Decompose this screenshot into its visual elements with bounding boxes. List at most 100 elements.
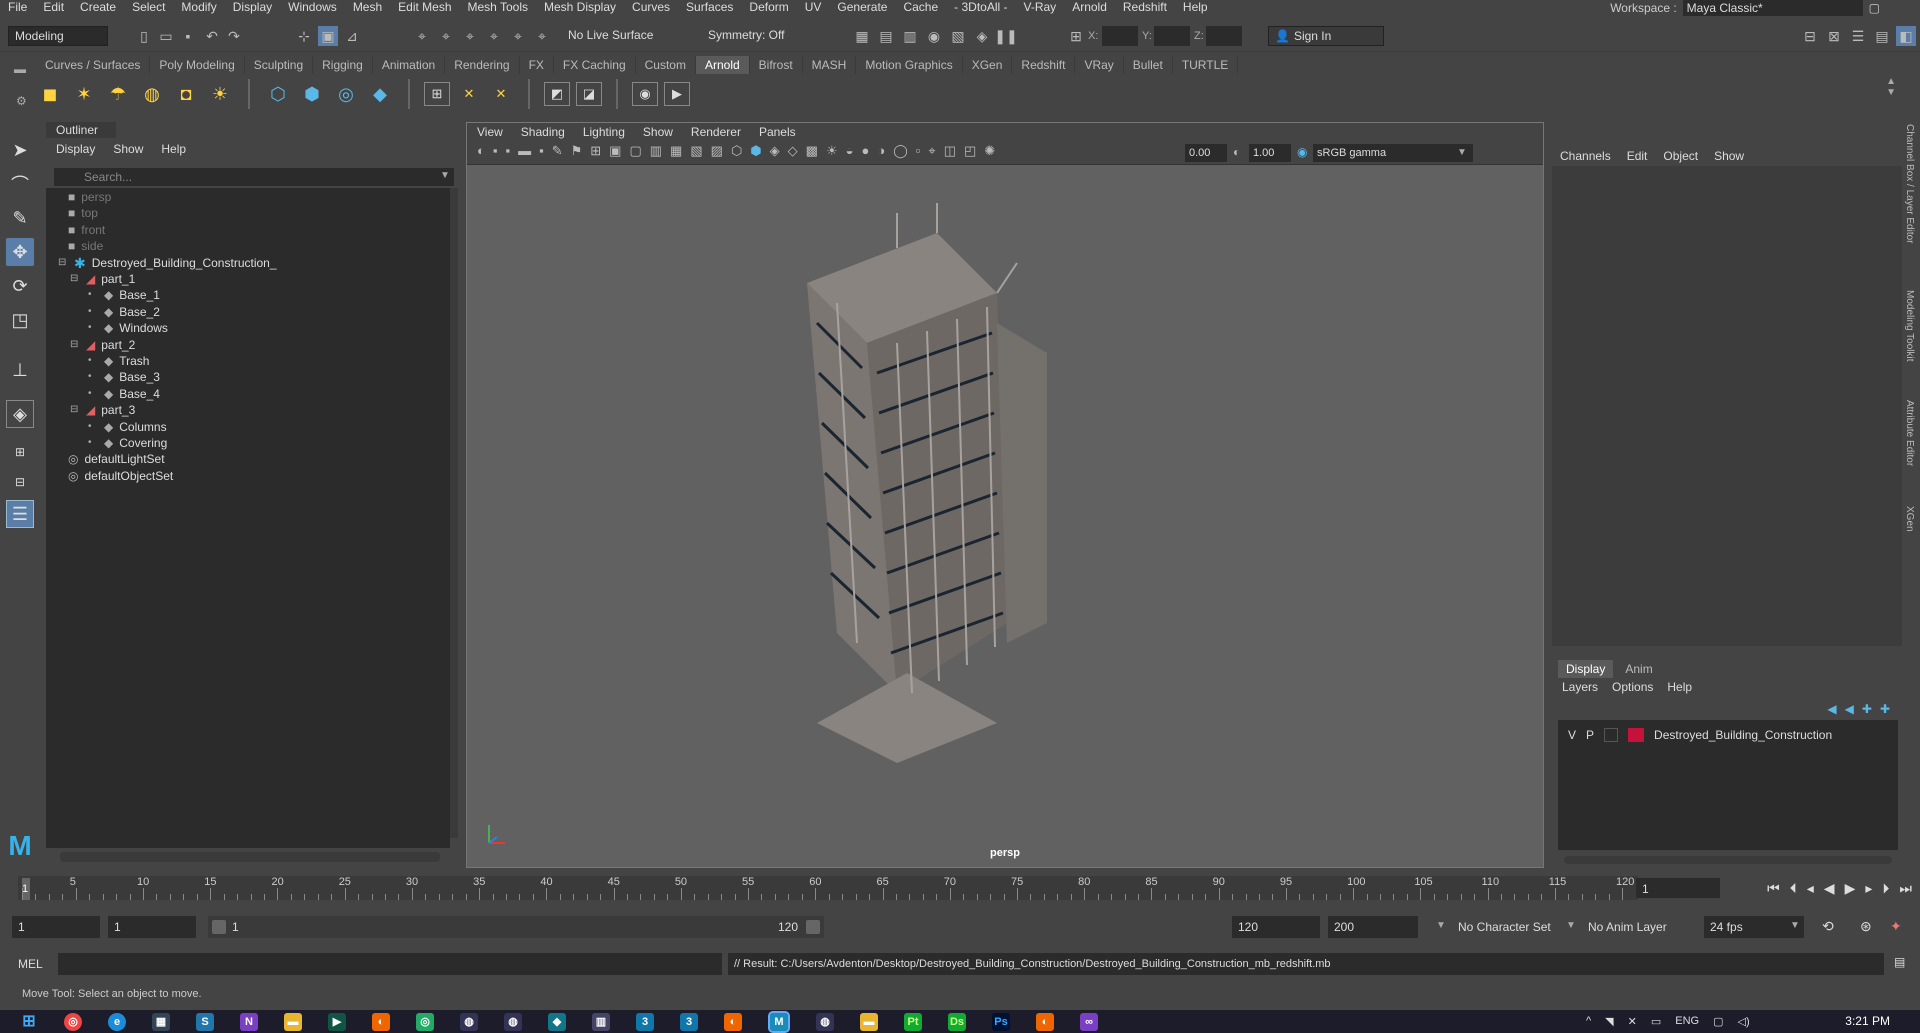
edge-icon[interactable]: e [108, 1013, 126, 1031]
undo-icon[interactable]: ↶ [202, 26, 222, 46]
xray-active-icon[interactable]: ◰ [964, 143, 976, 159]
shelf-tab-mash[interactable]: MASH [803, 56, 857, 74]
outliner-item[interactable]: • ◆ Windows [88, 319, 168, 337]
outliner-item[interactable]: ■ front [68, 221, 105, 239]
menu-help[interactable]: Help [1175, 0, 1216, 14]
display-type-toggle[interactable] [1604, 728, 1619, 742]
camera-attr-icon[interactable]: ⚑ [571, 143, 583, 159]
chevron-down-icon[interactable]: ▼ [1457, 147, 1467, 158]
play-backwards-icon[interactable]: ◀ [1824, 880, 1835, 897]
file-explorer-icon[interactable]: ▬ [284, 1013, 302, 1031]
wireframe-on-shaded-icon[interactable]: ◈ [770, 143, 780, 159]
outliner-item[interactable]: ⊟ ✱ Destroyed_Building_Construction_ [58, 254, 277, 272]
collapse-icon[interactable]: ⊟ [70, 270, 80, 288]
file-explorer-alt-icon[interactable]: ▬ [860, 1013, 878, 1031]
script-editor-icon[interactable]: ▤ [1894, 955, 1905, 969]
script-language-toggle[interactable]: MEL [12, 953, 56, 975]
standin-icon[interactable]: ⬡ [264, 80, 292, 108]
smooth-shade-icon[interactable]: ⬢ [750, 143, 761, 159]
shelf-menu-icon[interactable]: ▬ [14, 62, 26, 76]
menu-mesh-display[interactable]: Mesh Display [536, 0, 624, 14]
app-icon-2[interactable]: ◍ [460, 1013, 478, 1031]
export-standin-icon[interactable]: ◆ [366, 80, 394, 108]
app-icon-3[interactable]: ◍ [504, 1013, 522, 1031]
network-icon[interactable]: ◥ [1605, 1015, 1613, 1028]
flush-textures-icon[interactable]: ✕ [488, 82, 514, 106]
paint-select-icon[interactable]: ✎ [6, 204, 34, 232]
start-time-field[interactable]: 1 [12, 916, 100, 938]
volume-icon[interactable]: ⬢ [298, 80, 326, 108]
snap-grid-icon[interactable]: ⌖ [412, 26, 432, 46]
gate-mask-icon[interactable]: ▥ [650, 143, 662, 159]
single-perspective-view-icon[interactable]: ◈ [6, 400, 34, 428]
outliner-menu-display[interactable]: Display [56, 142, 95, 156]
select-object-icon[interactable]: ▣ [318, 26, 338, 46]
outliner-layout-icon[interactable]: ☰ [6, 500, 34, 528]
tab-modeling-toolkit[interactable]: Modeling Toolkit [1904, 290, 1915, 362]
app-icon-6[interactable]: ◍ [816, 1013, 834, 1031]
menu-select[interactable]: Select [124, 0, 173, 14]
maya-taskbar-icon[interactable]: M [768, 1011, 790, 1033]
motion-blur-icon[interactable]: ◑ [877, 143, 885, 159]
shelf-tab-sculpting[interactable]: Sculpting [245, 56, 314, 74]
calculator-icon[interactable]: ▦ [152, 1013, 170, 1031]
snap-orient-icon[interactable]: ⌖ [532, 26, 552, 46]
shelf-tab-bifrost[interactable]: Bifrost [750, 56, 803, 74]
options-menu[interactable]: Options [1612, 680, 1653, 694]
skydome-light-icon[interactable]: ◍ [138, 80, 166, 108]
select-tool-icon[interactable]: ➤ [6, 136, 34, 164]
material-viewer-icon[interactable]: ◪ [576, 82, 602, 106]
outliner-item[interactable]: ■ persp [68, 188, 111, 206]
outliner-item[interactable]: • ◆ Base_3 [88, 368, 160, 386]
snap-surface-icon[interactable]: ⌖ [508, 26, 528, 46]
ambient-occlusion-icon[interactable]: ● [861, 143, 869, 159]
xray-icon[interactable]: ◇ [788, 143, 798, 159]
lock-icon[interactable]: ▢ [1869, 1, 1880, 15]
viewport-menu-shading[interactable]: Shading [521, 123, 565, 141]
symmetry-dropdown[interactable]: Symmetry: Off [702, 26, 802, 46]
preferences-icon[interactable]: ✦ [1890, 918, 1902, 935]
render-view-icon[interactable]: ▤ [876, 26, 896, 46]
tray-app-icon[interactable]: ✕ [1628, 1015, 1637, 1028]
display-icon[interactable]: ▢ [1713, 1015, 1723, 1028]
outliner-vscrollbar[interactable] [450, 188, 458, 838]
render-setup-icon[interactable]: ⊞ [424, 82, 450, 106]
shelf-tab-rendering[interactable]: Rendering [445, 56, 520, 74]
layer-name[interactable]: Destroyed_Building_Construction [1654, 728, 1832, 742]
isolate-select-icon[interactable]: ⌖ [928, 143, 935, 159]
xray-joints-icon[interactable]: ◫ [944, 143, 956, 159]
shelf-tab-custom[interactable]: Custom [636, 56, 696, 74]
depth-of-field-icon[interactable]: ▫ [916, 143, 921, 159]
viewport-menu-panels[interactable]: Panels [759, 123, 796, 141]
lock-camera-icon[interactable]: ▪ [493, 143, 498, 159]
3dsmax-alt-icon[interactable]: 3 [680, 1013, 698, 1031]
menu-modify[interactable]: Modify [173, 0, 224, 14]
modeling-toolkit-icon[interactable]: ⊟ [1800, 26, 1820, 46]
loop-icon[interactable]: ⟲ [1822, 918, 1834, 935]
tab-attribute-editor[interactable]: Attribute Editor [1904, 400, 1915, 466]
help-menu[interactable]: Help [1667, 680, 1692, 694]
select-component-icon[interactable]: ⊿ [342, 26, 362, 46]
edit-menu[interactable]: Edit [1627, 146, 1648, 166]
outliner-persp-layout-icon[interactable]: ⊟ [6, 468, 34, 496]
gamma-icon[interactable]: ◐ [1233, 145, 1240, 159]
z-field[interactable] [1206, 26, 1242, 46]
redshift-render-icon[interactable]: ◈ [972, 26, 992, 46]
select-hierarchy-icon[interactable]: ⊹ [294, 26, 314, 46]
layers-menu[interactable]: Layers [1562, 680, 1598, 694]
search-options-icon[interactable]: ▼ [440, 170, 450, 181]
save-scene-icon[interactable]: ▪ [178, 26, 198, 46]
skype-icon[interactable]: S [196, 1013, 214, 1031]
gamma-field[interactable]: 1.00 [1249, 144, 1291, 162]
channel-box-icon[interactable]: ▤ [1872, 26, 1892, 46]
light-portal-icon[interactable]: ◘ [172, 80, 200, 108]
attribute-editor-icon[interactable]: ⊠ [1824, 26, 1844, 46]
go-to-start-icon[interactable]: ⏮ [1767, 880, 1780, 897]
menu-edit[interactable]: Edit [35, 0, 72, 14]
language-indicator[interactable]: ENG [1675, 1015, 1699, 1028]
colorspace-dropdown[interactable]: sRGB gamma [1313, 144, 1473, 162]
lights-icon[interactable]: ☀ [826, 143, 838, 159]
collapse-icon[interactable]: ⊟ [70, 401, 80, 419]
current-time-indicator[interactable]: 1 [22, 878, 30, 900]
transform-input-icon[interactable]: ⊞ [1066, 26, 1086, 46]
